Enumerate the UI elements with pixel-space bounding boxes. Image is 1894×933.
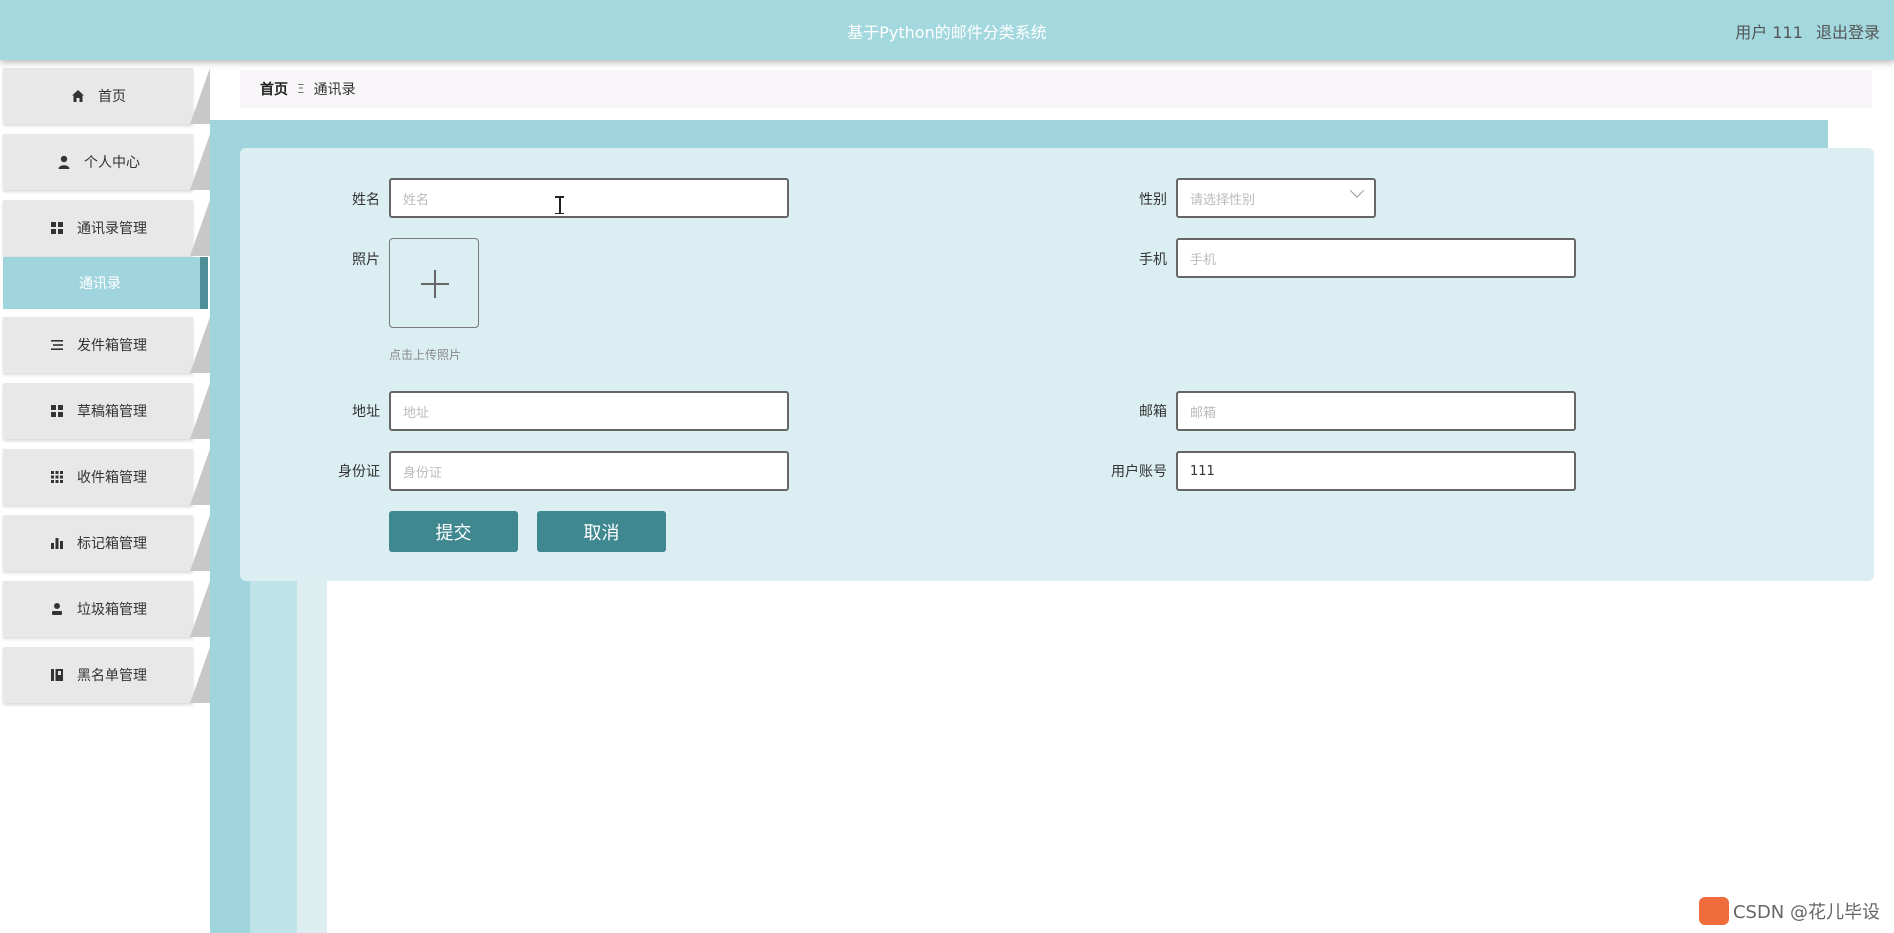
menu-tab-decoration bbox=[190, 317, 210, 373]
address-field[interactable]: 地址 bbox=[389, 391, 789, 431]
text-cursor-icon bbox=[555, 196, 564, 214]
gender-label: 性别 bbox=[1139, 192, 1167, 208]
sidebar-subitem-label: 通讯录 bbox=[79, 276, 121, 292]
cancel-button[interactable]: 取消 bbox=[537, 511, 666, 552]
gender-select[interactable]: 请选择性别 bbox=[1176, 178, 1376, 218]
user-area: 用户 111 退出登录 bbox=[1727, 19, 1880, 43]
name-field[interactable]: 姓名 bbox=[389, 178, 789, 218]
menu-tab-decoration bbox=[190, 515, 210, 571]
apps-icon bbox=[51, 471, 63, 483]
account-label: 用户账号 bbox=[1111, 464, 1167, 480]
id-card-field[interactable]: 身份证 bbox=[389, 451, 789, 491]
sidebar-item-label: 通讯录管理 bbox=[77, 221, 147, 237]
top-header: 基于Python的邮件分类系统 用户 111 退出登录 bbox=[0, 0, 1894, 60]
sidebar-item-label: 黑名单管理 bbox=[77, 668, 147, 684]
photo-label: 照片 bbox=[352, 252, 380, 268]
user-icon bbox=[52, 603, 62, 615]
menu-tab-decoration bbox=[190, 200, 210, 256]
name-label: 姓名 bbox=[352, 192, 380, 208]
sidebar-item-contacts-manage[interactable]: 通讯录管理 bbox=[0, 200, 210, 258]
gender-placeholder: 请选择性别 bbox=[1190, 192, 1256, 208]
grid-icon bbox=[51, 222, 63, 234]
sidebar: 首页 个人中心 通讯录管理 通讯录 发件箱管理 草稿箱管理 收件箱管理 标记箱管… bbox=[0, 60, 210, 933]
sidebar-item-home[interactable]: 首页 bbox=[0, 68, 210, 126]
id-card-placeholder: 身份证 bbox=[403, 465, 443, 481]
chevron-down-icon bbox=[1349, 183, 1365, 198]
email-placeholder: 邮箱 bbox=[1190, 405, 1217, 421]
sidebar-item-trash[interactable]: 垃圾箱管理 bbox=[0, 581, 210, 639]
sidebar-item-label: 个人中心 bbox=[84, 155, 140, 171]
breadcrumb-home[interactable]: 首页 bbox=[260, 79, 288, 99]
watermark: CSDN @花儿毕设 bbox=[1698, 897, 1880, 925]
book-icon bbox=[51, 669, 63, 681]
sidebar-item-label: 首页 bbox=[98, 89, 126, 105]
name-placeholder: 姓名 bbox=[403, 192, 430, 208]
bar-chart-icon bbox=[51, 538, 63, 549]
menu-tab-decoration bbox=[190, 134, 210, 190]
menu-tab-decoration bbox=[190, 383, 210, 439]
home-icon bbox=[72, 90, 84, 102]
content-decor-left bbox=[250, 520, 297, 933]
sidebar-item-label: 草稿箱管理 bbox=[77, 404, 147, 420]
email-field[interactable]: 邮箱 bbox=[1176, 391, 1576, 431]
list-icon bbox=[51, 340, 63, 350]
breadcrumb-current: 通讯录 bbox=[313, 82, 356, 98]
address-placeholder: 地址 bbox=[403, 405, 430, 421]
breadcrumb: 首页 Ξ 通讯录 bbox=[240, 70, 1872, 108]
sidebar-item-blacklist[interactable]: 黑名单管理 bbox=[0, 647, 210, 705]
breadcrumb-separator-icon: Ξ bbox=[297, 82, 305, 96]
menu-tab-decoration bbox=[190, 68, 210, 124]
csdn-logo-icon bbox=[1698, 897, 1729, 925]
menu-tab-decoration bbox=[190, 449, 210, 505]
menu-tab-decoration bbox=[190, 581, 210, 637]
grid-icon bbox=[51, 405, 63, 417]
upload-tip: 点击上传照片 bbox=[389, 348, 462, 362]
sidebar-item-profile[interactable]: 个人中心 bbox=[0, 134, 210, 192]
app-title: 基于Python的邮件分类系统 bbox=[847, 23, 1047, 42]
content-area bbox=[327, 520, 1894, 933]
sidebar-item-outbox[interactable]: 发件箱管理 bbox=[0, 317, 210, 375]
watermark-text: CSDN @花儿毕设 bbox=[1732, 902, 1880, 923]
submit-button[interactable]: 提交 bbox=[389, 511, 518, 552]
sidebar-subitem-contacts[interactable]: 通讯录 bbox=[3, 257, 208, 309]
plus-icon-vertical bbox=[434, 270, 436, 298]
logout-link[interactable]: 退出登录 bbox=[1816, 23, 1880, 42]
sidebar-item-label: 收件箱管理 bbox=[77, 470, 147, 486]
content-decor-left-light bbox=[297, 520, 327, 933]
sidebar-item-inbox[interactable]: 收件箱管理 bbox=[0, 449, 210, 507]
phone-placeholder: 手机 bbox=[1190, 252, 1217, 268]
sidebar-item-flagged[interactable]: 标记箱管理 bbox=[0, 515, 210, 573]
sidebar-item-label: 标记箱管理 bbox=[77, 536, 147, 552]
active-indicator bbox=[200, 257, 208, 309]
account-value: 111 bbox=[1190, 463, 1215, 479]
address-label: 地址 bbox=[352, 404, 380, 420]
menu-tab-decoration bbox=[190, 647, 210, 703]
user-label: 用户 111 bbox=[1735, 23, 1803, 42]
person-icon bbox=[58, 155, 70, 169]
photo-upload-button[interactable] bbox=[389, 238, 479, 328]
id-card-label: 身份证 bbox=[338, 464, 380, 480]
sidebar-item-drafts[interactable]: 草稿箱管理 bbox=[0, 383, 210, 441]
phone-label: 手机 bbox=[1139, 252, 1167, 268]
email-label: 邮箱 bbox=[1139, 404, 1167, 420]
sidebar-item-label: 发件箱管理 bbox=[77, 338, 147, 354]
phone-field[interactable]: 手机 bbox=[1176, 238, 1576, 278]
account-field[interactable]: 111 bbox=[1176, 451, 1576, 491]
sidebar-item-label: 垃圾箱管理 bbox=[77, 602, 147, 618]
